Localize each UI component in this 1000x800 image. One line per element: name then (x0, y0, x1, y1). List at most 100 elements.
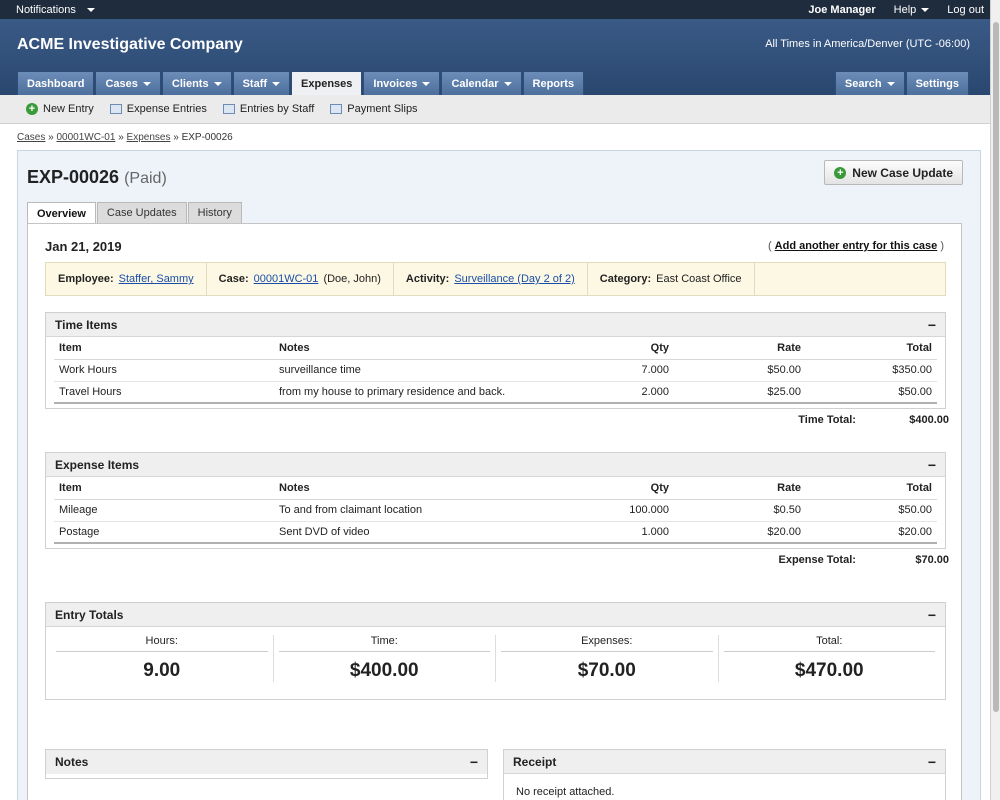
category-cell: Category: East Coast Office (588, 263, 755, 295)
collapse-icon[interactable]: − (470, 754, 478, 770)
tab-invoices[interactable]: Invoices (363, 71, 441, 95)
entry-date: Jan 21, 2019 (45, 239, 122, 254)
tab-overview[interactable]: Overview (27, 202, 96, 224)
col-header: Total (806, 337, 937, 360)
section-title: Entry Totals (55, 607, 124, 622)
expense-items-table: Item Notes Qty Rate Total Mileage To and… (54, 477, 937, 544)
time-items-table: Item Notes Qty Rate Total Work Hours sur… (54, 337, 937, 404)
scrollbar[interactable] (990, 0, 1000, 800)
timezone-label: All Times in America/Denver (UTC -06:00) (765, 38, 970, 50)
total-label: Total: (723, 635, 935, 652)
new-entry-label: New Entry (43, 103, 94, 115)
cell-notes: surveillance time (274, 359, 574, 382)
tab-label: Settings (915, 77, 959, 90)
tab-cases[interactable]: Cases (95, 71, 161, 95)
expense-total: Expense Total: $70.00 (779, 554, 950, 566)
collapse-icon[interactable]: − (928, 457, 936, 473)
new-entry-link[interactable]: + New Entry (26, 103, 94, 115)
tab-label: Case Updates (106, 207, 177, 219)
tab-staff[interactable]: Staff (232, 71, 291, 95)
chevron-down-icon (213, 81, 222, 86)
employee-link[interactable]: Staffer, Sammy (119, 273, 194, 285)
entry-info-bar: Employee: Staffer, Sammy Case: 00001WC-01 (… (45, 262, 946, 296)
notifications-menu[interactable]: Notifications (16, 4, 95, 16)
col-header: Qty (574, 337, 674, 360)
cell-rate: $50.00 (674, 359, 806, 382)
scrollbar-thumb[interactable] (993, 22, 999, 712)
cell-qty: 100.000 (574, 499, 674, 522)
add-another-entry-link[interactable]: Add another entry for this case (775, 240, 938, 252)
col-header: Total (806, 477, 937, 500)
cell-qty: 7.000 (574, 359, 674, 382)
list-icon (109, 104, 122, 114)
activity-link[interactable]: Surveillance (Day 2 of 2) (454, 273, 574, 285)
section-title: Expense Items (55, 457, 140, 472)
cell-qty: 2.000 (574, 381, 674, 404)
cell-notes: To and from claimant location (274, 499, 574, 522)
tab-case-updates[interactable]: Case Updates (96, 202, 187, 223)
receipt-section: Receipt − No receipt attached. (503, 749, 946, 800)
help-menu[interactable]: Help (894, 4, 930, 16)
entries-by-staff-link[interactable]: Entries by Staff (222, 103, 314, 115)
breadcrumb-separator: » (173, 132, 179, 143)
tab-label: History (197, 207, 232, 219)
breadcrumb-case[interactable]: 00001WC-01 (56, 132, 115, 143)
entry-tabs: Overview Case Updates History (27, 202, 243, 224)
notes-section: Notes − (45, 749, 488, 779)
tab-search[interactable]: Search (834, 71, 905, 95)
col-header: Qty (574, 477, 674, 500)
tab-settings[interactable]: Settings (905, 71, 969, 95)
cell-qty: 1.000 (574, 521, 674, 544)
cell-total: $50.00 (806, 381, 937, 404)
right-nav: Search Settings (834, 71, 970, 95)
cell-item: Work Hours (54, 359, 274, 382)
notifications-label: Notifications (16, 3, 76, 16)
col-header: Item (54, 337, 274, 360)
status-label: (Paid) (124, 170, 167, 187)
expense-entries-link[interactable]: Expense Entries (109, 103, 207, 115)
breadcrumb-expenses[interactable]: Expenses (127, 132, 171, 143)
help-label: Help (893, 3, 917, 16)
total-label: Time: (278, 635, 490, 652)
table-row: Postage Sent DVD of video 1.000 $20.00 $… (54, 521, 937, 544)
logout-link[interactable]: Log out (947, 4, 984, 16)
table-row: Travel Hours from my house to primary re… (54, 381, 937, 404)
cell-rate: $20.00 (674, 521, 806, 544)
total-label: Hours: (56, 635, 268, 652)
tab-dashboard[interactable]: Dashboard (17, 71, 95, 95)
table-header-row: Item Notes Qty Rate Total (54, 477, 937, 500)
section-header: Time Items − (46, 313, 945, 337)
tab-history[interactable]: History (187, 202, 242, 223)
chevron-down-icon (886, 81, 895, 86)
breadcrumb-cases[interactable]: Cases (17, 132, 45, 143)
entry-totals-section: Entry Totals − Hours: 9.00 Time: $400.00 Ex… (45, 602, 946, 700)
section-header: Notes − (46, 750, 487, 774)
tab-reports[interactable]: Reports (522, 71, 585, 95)
tab-label: Expenses (301, 77, 353, 90)
category-value: East Coast Office (656, 273, 742, 285)
collapse-icon[interactable]: − (928, 317, 936, 333)
collapse-icon[interactable]: − (928, 754, 936, 770)
collapse-icon[interactable]: − (928, 607, 936, 623)
tab-expenses[interactable]: Expenses (291, 71, 363, 95)
breadcrumb-separator: » (48, 132, 54, 143)
overview-panel: Jan 21, 2019 ( Add another entry for thi… (27, 223, 962, 800)
case-link[interactable]: 00001WC-01 (254, 273, 319, 285)
total-value: $400.00 (349, 660, 419, 681)
payment-slips-link[interactable]: Payment Slips (330, 103, 418, 115)
plus-icon: + (26, 103, 38, 115)
company-name: ACME Investigative Company (17, 36, 243, 53)
cell-notes: from my house to primary residence and b… (274, 381, 574, 404)
tab-calendar[interactable]: Calendar (441, 71, 522, 95)
total-box-expenses: Expenses: $70.00 (496, 635, 719, 682)
col-header: Rate (674, 337, 806, 360)
employee-label: Employee: (58, 273, 114, 285)
activity-label: Activity: (405, 273, 450, 285)
tab-clients[interactable]: Clients (161, 71, 232, 95)
table-row: Mileage To and from claimant location 10… (54, 499, 937, 522)
new-case-update-button[interactable]: + New Case Update (824, 160, 963, 185)
user-name[interactable]: Joe Manager (808, 4, 875, 16)
employee-cell: Employee: Staffer, Sammy (46, 263, 207, 295)
table-row: Work Hours surveillance time 7.000 $50.0… (54, 359, 937, 382)
cell-notes: Sent DVD of video (274, 521, 574, 544)
